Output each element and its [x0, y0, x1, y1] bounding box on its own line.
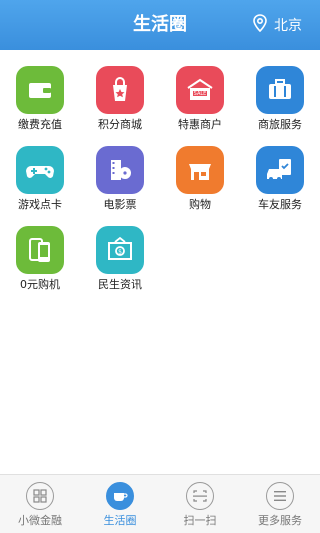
storefront-icon — [176, 146, 224, 194]
service-label: 民生资讯 — [98, 278, 142, 291]
tab-label: 生活圈 — [103, 514, 137, 527]
car-clipboard-icon — [256, 146, 304, 194]
service-tile-movie-tickets[interactable]: 电影票 — [80, 130, 160, 211]
suitcase-icon — [256, 66, 304, 114]
service-tile-shopping[interactable]: 购物 — [160, 130, 240, 211]
wallet-icon — [16, 66, 64, 114]
service-tile-bill-payment[interactable]: 缴费充值 — [0, 50, 80, 131]
bottom-tab-bar: 小微金融 生活圈 扫一扫 更多服务 — [0, 474, 320, 533]
svg-text:$: $ — [118, 249, 122, 256]
film-icon — [96, 146, 144, 194]
service-label: 0元购机 — [20, 278, 60, 291]
service-label: 车友服务 — [258, 198, 302, 211]
tab-label: 小微金融 — [18, 514, 62, 527]
tab-more-services[interactable]: 更多服务 — [240, 475, 320, 533]
service-tile-business-travel[interactable]: 商旅服务 — [240, 50, 320, 131]
svg-text:SALE: SALE — [194, 91, 207, 97]
location-pin-icon — [252, 14, 268, 36]
service-tile-livelihood-news[interactable]: $ 民生资讯 — [80, 210, 160, 291]
coffee-cup-icon — [106, 482, 134, 510]
service-tile-car-services[interactable]: 车友服务 — [240, 130, 320, 211]
service-tile-points-mall[interactable]: 积分商城 — [80, 50, 160, 131]
service-label: 购物 — [189, 198, 211, 211]
grid-icon — [26, 482, 54, 510]
news-frame-icon: $ — [96, 226, 144, 274]
tab-micro-finance[interactable]: 小微金融 — [0, 475, 80, 533]
tab-label: 扫一扫 — [183, 514, 217, 527]
tab-scan[interactable]: 扫一扫 — [160, 475, 240, 533]
menu-icon — [266, 482, 294, 510]
scan-icon — [186, 482, 214, 510]
service-tile-discount-merchants[interactable]: SALE 特惠商户 — [160, 50, 240, 131]
header-bar: 生活圈 北京 — [0, 0, 320, 50]
phones-icon — [16, 226, 64, 274]
service-tile-game-cards[interactable]: 游戏点卡 — [0, 130, 80, 211]
tab-label: 更多服务 — [258, 514, 302, 527]
location-label: 北京 — [274, 18, 302, 34]
shopping-bag-icon — [96, 66, 144, 114]
tab-life-circle[interactable]: 生活圈 — [80, 475, 160, 533]
location-selector[interactable]: 北京 — [252, 0, 302, 50]
service-tile-free-phone[interactable]: 0元购机 — [0, 210, 80, 291]
gamepad-icon — [16, 146, 64, 194]
sale-shop-icon: SALE — [176, 66, 224, 114]
